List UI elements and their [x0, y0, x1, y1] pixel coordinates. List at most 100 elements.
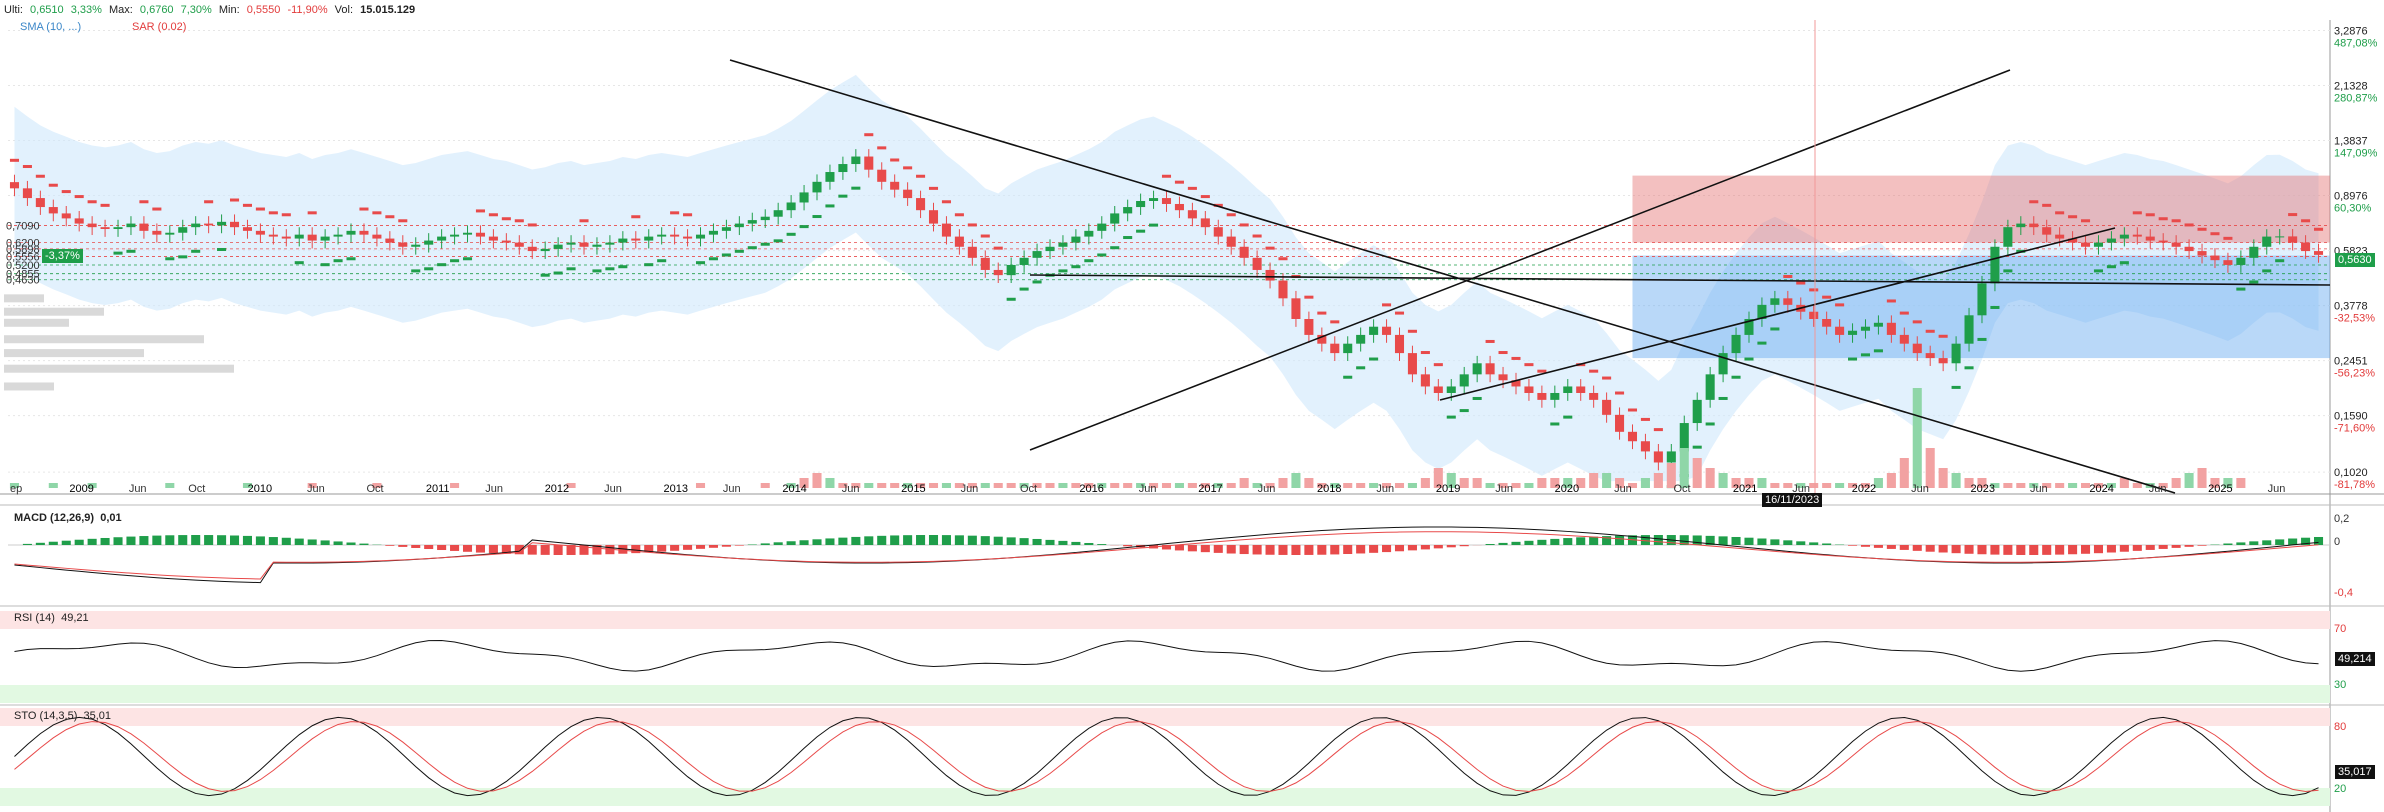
- time-tick-label: Oct: [1020, 483, 1037, 495]
- macd-histogram-bar: [1951, 545, 1961, 554]
- time-tick-label: Jun: [723, 483, 741, 495]
- macd-histogram-bar: [2288, 538, 2298, 545]
- sar-dot: [1330, 320, 1340, 324]
- sar-dot: [462, 257, 473, 261]
- sar-dot: [838, 194, 848, 198]
- sar-dot: [1511, 356, 1521, 360]
- time-tick-label: Jun: [129, 483, 147, 495]
- candle-body: [1537, 392, 1547, 400]
- candle-body: [1472, 363, 1482, 375]
- macd-tick-label: -0,4: [2334, 587, 2353, 599]
- sar-dot: [268, 211, 278, 215]
- candle-body: [450, 234, 460, 237]
- macd-histogram-bar: [165, 535, 175, 545]
- candle-body: [1576, 386, 1586, 393]
- time-tick-label: 2013: [664, 483, 688, 495]
- volume-bar: [1718, 473, 1728, 488]
- macd-histogram-bar: [1550, 538, 1560, 545]
- candle-body: [1550, 392, 1560, 400]
- sar-dot: [1071, 265, 1081, 269]
- candle-body: [1731, 334, 1741, 354]
- candle-body: [980, 257, 990, 270]
- candle-body: [217, 221, 227, 226]
- volume-bar: [993, 483, 1003, 488]
- sar-dot: [1809, 288, 1819, 292]
- volume-bar: [1459, 478, 1469, 488]
- stock-chart[interactable]: 3,2876 487,08% 2,1328 280,87% 1,3837 147,09% 0…: [0, 0, 2384, 812]
- sar-dot: [2158, 217, 2168, 221]
- sar-dot: [74, 195, 84, 199]
- candle-body: [1291, 298, 1301, 319]
- candle-body: [1213, 227, 1223, 237]
- volume-bar: [1304, 478, 1314, 488]
- price-tick-label: 0,1590: [2334, 411, 2368, 423]
- sar-dot: [916, 174, 926, 178]
- macd-histogram-bar: [1343, 545, 1353, 555]
- macd-histogram-bar: [1938, 545, 1948, 553]
- candle-body: [178, 227, 188, 233]
- sar-dot: [683, 213, 693, 217]
- volume-bar: [1809, 483, 1819, 488]
- candle-body: [1912, 343, 1922, 354]
- macd-histogram-bar: [1718, 536, 1728, 545]
- volume-bar: [1161, 483, 1172, 488]
- sar-dot: [475, 209, 485, 213]
- macd-histogram-bar: [838, 537, 848, 545]
- candle-body: [618, 238, 628, 243]
- candle-body: [2081, 242, 2091, 247]
- price-tick-label: 2,1328: [2334, 81, 2368, 93]
- sar-dot: [437, 263, 447, 267]
- candle-body: [1602, 399, 1612, 415]
- sar-dot: [1705, 422, 1715, 426]
- macd-histogram-bar: [864, 536, 874, 545]
- macd-histogram-bar: [670, 545, 680, 551]
- volume-bar: [1226, 483, 1236, 488]
- sar-dot: [1304, 295, 1314, 299]
- macd-histogram-bar: [152, 535, 162, 545]
- macd-histogram-bar: [553, 545, 563, 555]
- candle-body: [1627, 431, 1638, 442]
- macd-histogram-bar: [695, 545, 706, 549]
- candle-body: [1239, 246, 1249, 258]
- rsi-line: [14, 639, 2319, 672]
- candle-body: [2313, 251, 2324, 255]
- sar-legend[interactable]: SAR (0.02): [132, 21, 186, 33]
- chart-canvas[interactable]: 3,2876487,08% 2,1328280,87% 1,3837147,09% 0…: [0, 0, 2384, 812]
- macd-histogram-bar: [1537, 539, 1547, 545]
- sar-dot: [695, 261, 706, 265]
- sar-dot: [1563, 415, 1573, 419]
- volume-bar: [1589, 473, 1599, 488]
- volume-bar: [1123, 483, 1133, 488]
- volume-bar: [2055, 483, 2065, 488]
- sar-dot: [100, 203, 110, 207]
- volume-bar: [877, 483, 887, 488]
- sar-dot: [1356, 366, 1366, 370]
- candle-body: [812, 181, 822, 193]
- sar-dot: [346, 257, 356, 261]
- sar-dot: [242, 203, 252, 207]
- volume-bar: [1407, 483, 1417, 488]
- sar-dot: [1744, 357, 1754, 361]
- sma-legend[interactable]: SMA (10, ...): [20, 21, 81, 33]
- time-tick-label: Jun: [485, 483, 503, 495]
- candle-body: [890, 181, 900, 190]
- macd-histogram-bar: [540, 545, 550, 555]
- volume-bar: [1472, 478, 1482, 488]
- macd-histogram-bar: [1187, 545, 1197, 552]
- price-pct-label: -32,53%: [2334, 313, 2375, 325]
- sar-dot: [1382, 303, 1392, 307]
- macd-histogram-bar: [1576, 537, 1586, 545]
- candle-body: [1835, 326, 1845, 335]
- sar-dot: [48, 183, 58, 187]
- min-change: -11,90%: [287, 4, 328, 16]
- candle-body: [2197, 251, 2207, 256]
- candle-body: [527, 246, 537, 252]
- price-pct-label: -81,78%: [2334, 479, 2375, 491]
- volume-bar: [1886, 473, 1896, 488]
- macd-histogram-bar: [812, 539, 822, 545]
- candle-body: [2106, 238, 2116, 243]
- candle-body: [320, 236, 330, 241]
- time-tick-label: 2020: [1555, 483, 1579, 495]
- volume-bar: [2003, 483, 2013, 488]
- time-tick-label: 2025: [2208, 483, 2232, 495]
